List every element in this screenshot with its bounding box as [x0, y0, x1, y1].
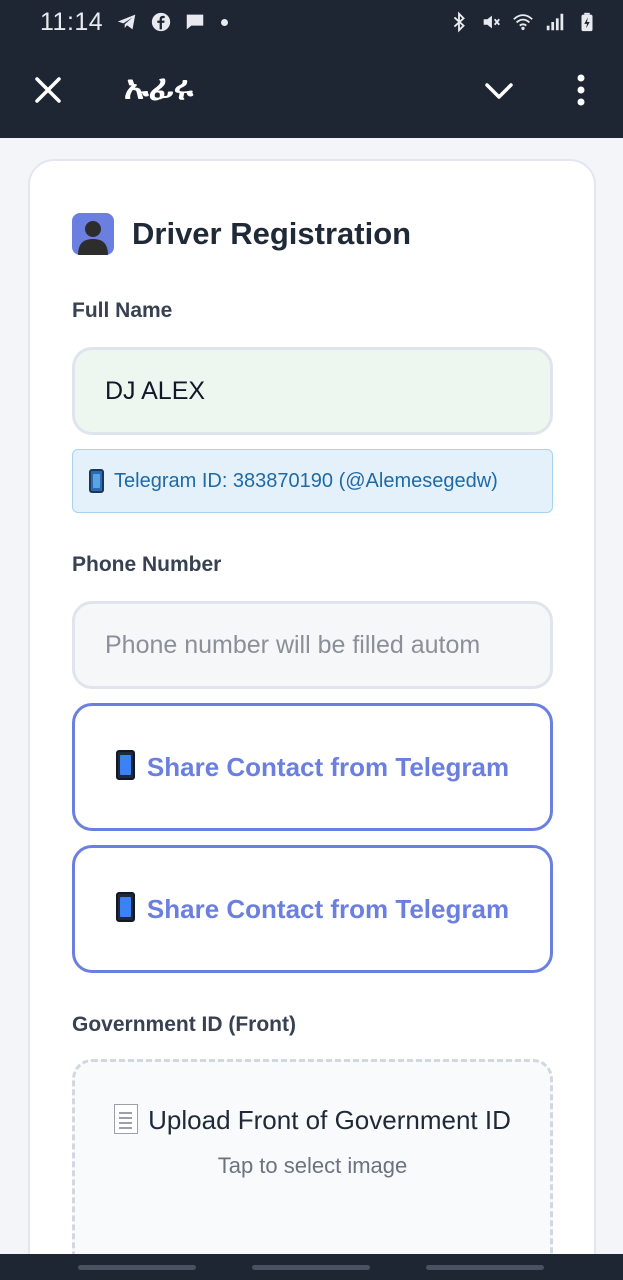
mobile-phone-icon	[115, 750, 135, 780]
full-name-label: Full Name	[72, 299, 173, 322]
card-header: Driver Registration	[72, 213, 411, 255]
dot-icon	[221, 18, 229, 26]
bluetooth-icon	[447, 10, 471, 34]
mobile-phone-icon	[89, 469, 104, 493]
upload-hint: Tap to select image	[217, 1153, 408, 1178]
full-name-input[interactable]: DJ ALEX	[72, 347, 553, 435]
chevron-down-icon[interactable]	[482, 74, 516, 108]
nav-back[interactable]	[426, 1265, 544, 1270]
close-icon[interactable]	[30, 72, 66, 108]
status-time: 11:14	[40, 7, 104, 36]
notification-icons	[115, 10, 229, 34]
upload-title-text: Upload Front of Government ID	[148, 1105, 511, 1135]
registration-card: Driver Registration Full Name DJ ALEX Te…	[28, 159, 596, 1254]
share-contact-button[interactable]: Share Contact from Telegram	[72, 845, 553, 973]
nav-home[interactable]	[252, 1265, 370, 1270]
phone-number-label: Phone Number	[72, 553, 222, 576]
share-contact-label-1: Share Contact from Telegram	[115, 750, 510, 784]
nav-recents[interactable]	[78, 1265, 196, 1270]
share-contact-label-2: Share Contact from Telegram	[115, 892, 510, 926]
status-bar: 11:14	[0, 0, 623, 44]
document-icon	[114, 1104, 139, 1134]
signal-icon	[543, 10, 567, 34]
share-contact-text: Share Contact from Telegram	[146, 752, 510, 782]
share-contact-text: Share Contact from Telegram	[146, 894, 510, 924]
app-title: ኡፊሩ	[124, 68, 194, 108]
government-id-front-label: Government ID (Front)	[72, 1013, 296, 1036]
webview-content: Driver Registration Full Name DJ ALEX Te…	[0, 138, 623, 1254]
wifi-icon	[511, 10, 535, 34]
upload-title: Upload Front of Government ID	[75, 1098, 550, 1143]
app-bar: ኡፊሩ	[0, 44, 623, 138]
mobile-phone-icon	[115, 892, 135, 922]
system-nav-bar	[0, 1254, 623, 1280]
battery-icon	[575, 10, 599, 34]
message-icon	[183, 10, 207, 34]
form-title: Driver Registration	[132, 216, 412, 251]
phone-number-placeholder: Phone number will be filled autom	[105, 630, 481, 659]
facebook-icon	[149, 10, 173, 34]
driver-icon	[72, 213, 114, 255]
telegram-icon	[115, 10, 139, 34]
system-icons	[447, 10, 599, 34]
more-vert-icon[interactable]	[566, 72, 596, 108]
government-id-front-upload[interactable]: Upload Front of Government ID Tap to sel…	[72, 1059, 553, 1254]
full-name-value: DJ ALEX	[105, 376, 206, 405]
phone-number-input[interactable]: Phone number will be filled autom	[72, 601, 553, 689]
mute-icon	[479, 10, 503, 34]
telegram-id-text: Telegram ID: 383870190 (@Alemesegedw)	[114, 469, 498, 492]
share-contact-button[interactable]: Share Contact from Telegram	[72, 703, 553, 831]
telegram-id-info: Telegram ID: 383870190 (@Alemesegedw)	[72, 449, 553, 513]
